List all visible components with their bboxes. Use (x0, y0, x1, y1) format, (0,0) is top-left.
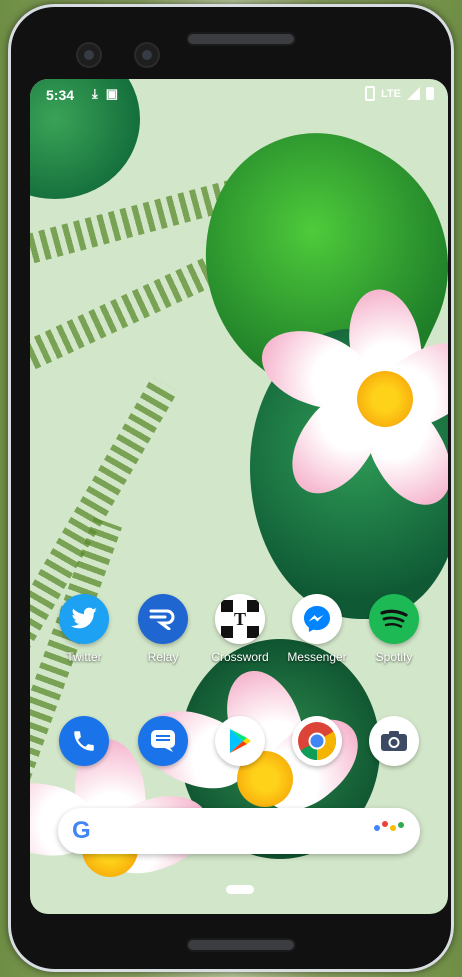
app-label: Crossword (211, 650, 269, 664)
svg-text:T: T (234, 609, 246, 629)
assistant-dot (382, 821, 388, 827)
phone-frame: 5:34 ⤓ ▣ LTE Twitter Relay T Crossword M… (8, 4, 454, 972)
status-time: 5:34 (46, 87, 75, 103)
google-search-bar[interactable]: G (58, 808, 420, 854)
home-screen: 5:34 ⤓ ▣ LTE Twitter Relay T Crossword M… (30, 79, 448, 914)
app-messenger[interactable]: Messenger (280, 594, 354, 664)
front-camera-icon (136, 44, 158, 66)
bottom-speaker (188, 940, 294, 950)
chrome-icon[interactable] (292, 716, 342, 766)
crossword-icon[interactable]: T (215, 594, 265, 644)
play-store-icon[interactable] (215, 716, 265, 766)
status-icons-left: ⤓ ▣ (92, 86, 118, 102)
battery-icon (426, 87, 434, 100)
app-label: Spotify (375, 650, 413, 664)
camera-icon[interactable] (369, 716, 419, 766)
messages-icon[interactable] (138, 716, 188, 766)
relay-icon[interactable] (138, 594, 188, 644)
app-relay[interactable]: Relay (126, 594, 200, 664)
download-icon: ⤓ (92, 86, 98, 101)
image-icon: ▣ (105, 86, 119, 101)
front-camera-icon (78, 44, 100, 66)
messenger-icon[interactable] (292, 594, 342, 644)
assistant-icon[interactable] (374, 821, 404, 831)
twitter-icon[interactable] (59, 594, 109, 644)
status-icons-right: LTE (365, 86, 434, 101)
app-camera[interactable] (357, 716, 431, 766)
phone-icon[interactable] (59, 716, 109, 766)
earpiece-speaker (188, 34, 294, 44)
app-crossword[interactable]: T Crossword (203, 594, 277, 664)
app-label: Twitter (66, 650, 102, 664)
app-label: Relay (147, 650, 179, 664)
app-messages[interactable] (126, 716, 200, 766)
home-gesture-pill[interactable] (226, 885, 254, 894)
app-phone[interactable] (47, 716, 121, 766)
app-twitter[interactable]: Twitter (47, 594, 121, 664)
google-logo[interactable]: G (72, 817, 91, 845)
app-spotify[interactable]: Spotify (357, 594, 431, 664)
app-chrome[interactable] (280, 716, 354, 766)
assistant-dot (398, 822, 404, 828)
spotify-icon[interactable] (369, 594, 419, 644)
status-bar: 5:34 ⤓ ▣ LTE (30, 79, 448, 107)
vibrate-icon (365, 86, 376, 101)
app-label: Messenger (287, 650, 347, 664)
network-type: LTE (381, 87, 401, 100)
app-play-store[interactable] (203, 716, 277, 766)
assistant-dot (374, 825, 380, 831)
assistant-dot (390, 825, 396, 831)
signal-icon (407, 87, 420, 100)
